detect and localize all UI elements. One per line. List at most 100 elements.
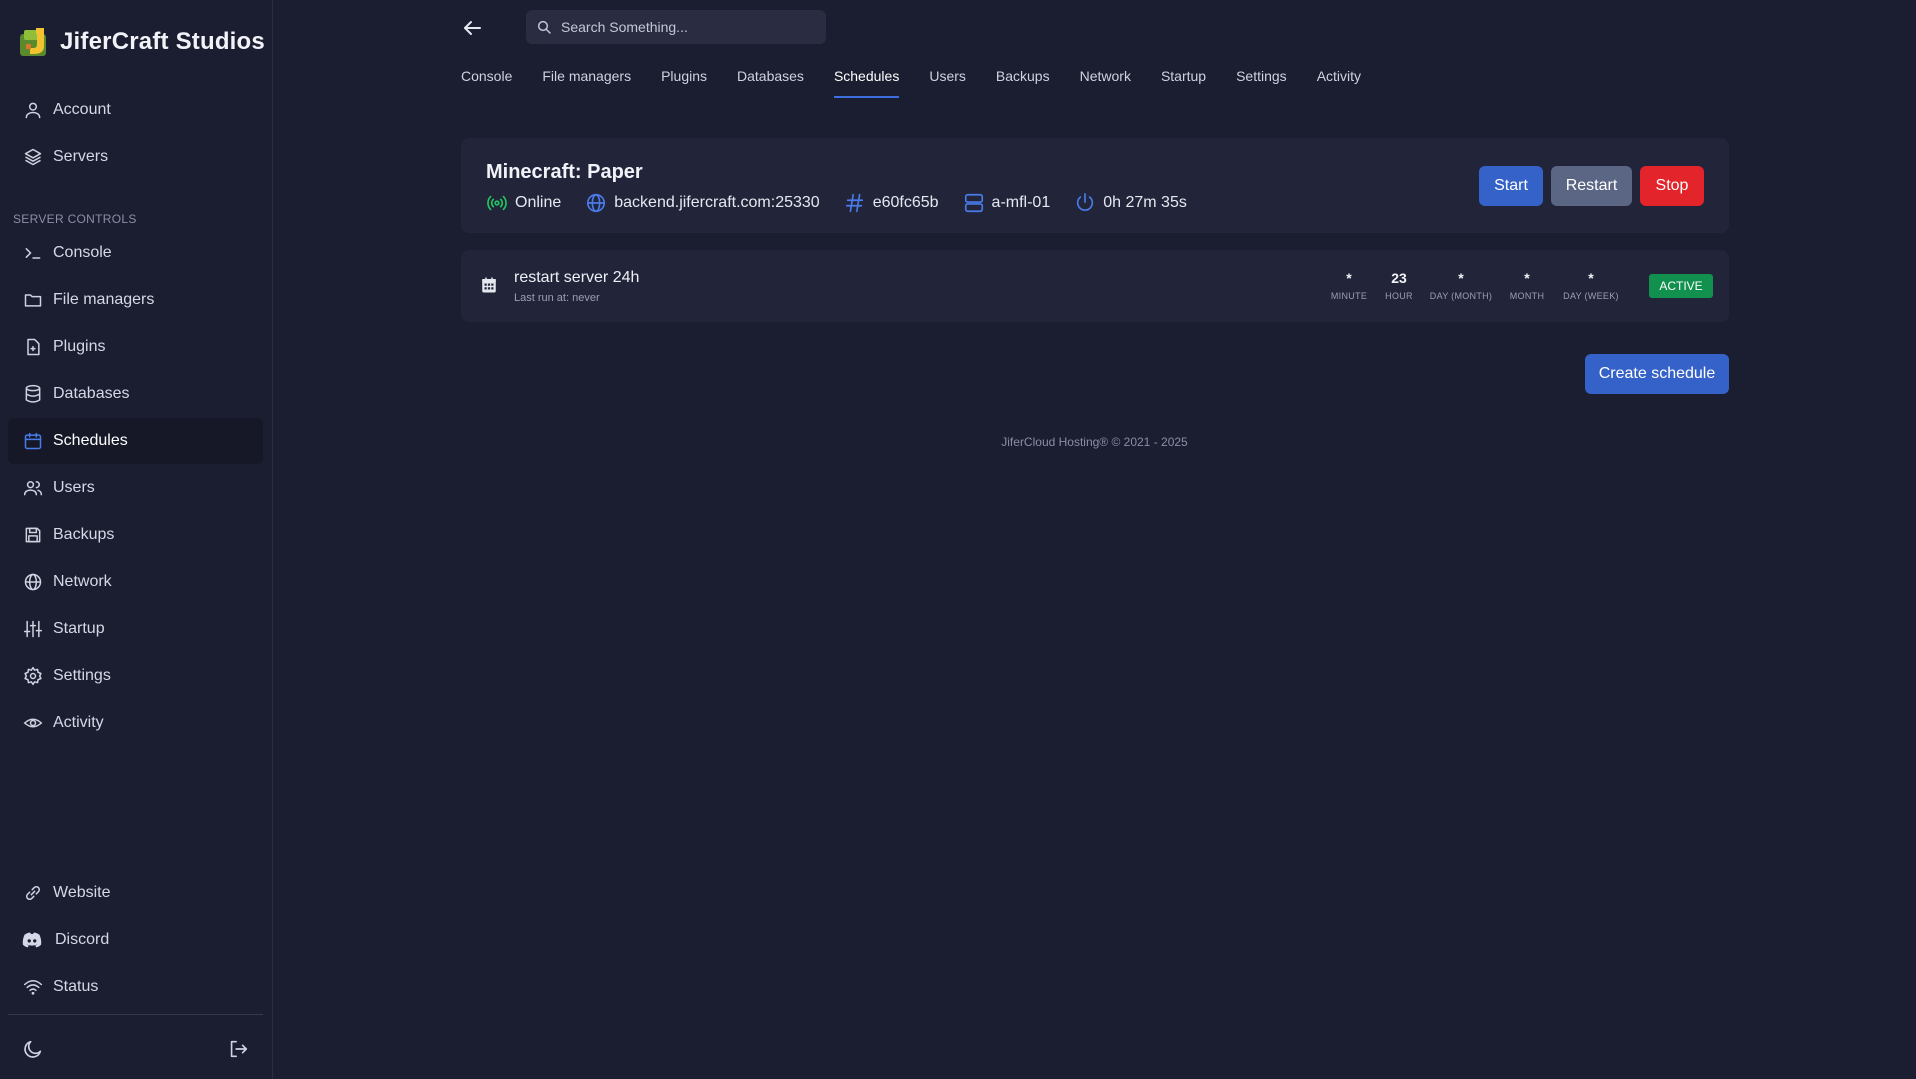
restart-button[interactable]: Restart — [1551, 166, 1632, 206]
cron-minute: * MINUTE — [1327, 270, 1371, 301]
users-icon — [23, 481, 43, 496]
footer-copyright: JiferCloud Hosting® © 2021 - 2025 — [1001, 435, 1188, 449]
sidebar-item-users[interactable]: Users — [8, 465, 263, 511]
server-meta: Online backend.jifercraft.com:25330 e60f… — [486, 192, 1187, 214]
sidebar-item-label: Plugins — [53, 338, 106, 355]
section-label-server-controls: SERVER CONTROLS — [13, 212, 137, 226]
search-box[interactable] — [526, 10, 826, 44]
cron-label: HOUR — [1385, 291, 1413, 301]
server-tabs: Console File managers Plugins Databases … — [461, 66, 1361, 100]
cron-label: MINUTE — [1330, 291, 1368, 301]
brand-logo-icon — [20, 28, 46, 56]
sidebar-item-startup[interactable]: Startup — [8, 606, 263, 652]
back-arrow-icon[interactable] — [460, 16, 484, 40]
tab-schedules[interactable]: Schedules — [833, 66, 900, 98]
server-uptime: 0h 27m 35s — [1074, 192, 1187, 214]
gear-icon — [24, 666, 42, 686]
stop-button[interactable]: Stop — [1640, 166, 1704, 206]
tab-activity[interactable]: Activity — [1317, 66, 1361, 98]
sidebar-item-label: Users — [53, 479, 95, 496]
broadcast-icon — [487, 195, 507, 211]
schedule-name: restart server 24h — [514, 269, 640, 286]
tab-databases[interactable]: Databases — [737, 66, 804, 98]
tab-plugins[interactable]: Plugins — [661, 66, 707, 98]
sidebar-item-website[interactable]: Website — [8, 870, 263, 916]
cron-value: * — [1458, 270, 1464, 286]
sidebar-item-file-managers[interactable]: File managers — [8, 277, 263, 323]
search-input[interactable] — [561, 19, 801, 35]
cron-value: * — [1588, 270, 1594, 286]
sidebar-item-label: Discord — [55, 931, 110, 948]
sidebar-item-label: Databases — [53, 385, 130, 402]
moon-icon[interactable] — [22, 1038, 44, 1060]
sidebar: JiferCraft Studios Account Servers SERVE… — [0, 0, 273, 1079]
schedule-row[interactable]: restart server 24h Last run at: never * … — [461, 250, 1729, 322]
tab-file-managers[interactable]: File managers — [542, 66, 631, 98]
server-id-text: e60fc65b — [872, 194, 939, 211]
cron-label: MONTH — [1509, 291, 1545, 301]
cron-hour: 23 HOUR — [1381, 270, 1417, 301]
sidebar-item-label: Website — [53, 884, 111, 901]
sidebar-item-activity[interactable]: Activity — [8, 700, 263, 746]
sidebar-item-label: Status — [53, 978, 99, 995]
sidebar-item-discord[interactable]: Discord — [8, 917, 263, 963]
server-id: e60fc65b — [844, 192, 939, 214]
sidebar-item-label: Account — [53, 101, 111, 118]
save-icon — [25, 527, 41, 543]
server-uptime-text: 0h 27m 35s — [1103, 194, 1187, 211]
sidebar-item-settings[interactable]: Settings — [8, 653, 263, 699]
sidebar-item-label: Backups — [53, 526, 115, 543]
search-icon — [537, 20, 551, 34]
file-plus-icon — [27, 338, 40, 356]
logout-icon[interactable] — [227, 1038, 249, 1060]
tab-startup[interactable]: Startup — [1161, 66, 1206, 98]
hash-icon — [845, 193, 863, 213]
cron-value: 23 — [1391, 270, 1407, 286]
schedule-last-run: Last run at: never — [514, 292, 600, 304]
create-schedule-button[interactable]: Create schedule — [1585, 354, 1729, 394]
sidebar-item-network[interactable]: Network — [8, 559, 263, 605]
globe-icon — [24, 573, 42, 591]
sidebar-item-label: Network — [53, 573, 112, 590]
brand-name: JiferCraft Studios — [60, 28, 265, 55]
link-icon — [25, 885, 41, 901]
sidebar-item-label: Settings — [53, 667, 111, 684]
server-node-text: a-mfl-01 — [991, 194, 1051, 211]
wifi-icon — [23, 980, 43, 995]
cron-label: DAY (MONTH) — [1429, 291, 1493, 301]
tab-network[interactable]: Network — [1080, 66, 1131, 98]
server-status: Online — [486, 192, 561, 214]
sidebar-item-label: Servers — [53, 148, 109, 165]
terminal-icon — [25, 248, 41, 259]
server-status-text: Online — [515, 194, 562, 211]
sidebar-item-status[interactable]: Status — [8, 964, 263, 1010]
server-icon — [964, 193, 983, 213]
layers-icon — [24, 148, 42, 166]
sidebar-item-servers[interactable]: Servers — [8, 134, 263, 180]
sidebar-item-label: Startup — [53, 620, 105, 637]
sidebar-item-console[interactable]: Console — [8, 230, 263, 276]
server-address[interactable]: backend.jifercraft.com:25330 — [585, 192, 820, 214]
sidebar-item-account[interactable]: Account — [8, 87, 263, 133]
sidebar-item-backups[interactable]: Backups — [8, 512, 263, 558]
start-button[interactable]: Start — [1479, 166, 1543, 206]
server-address-text: backend.jifercraft.com:25330 — [614, 194, 820, 211]
sidebar-item-databases[interactable]: Databases — [8, 371, 263, 417]
sliders-icon — [23, 620, 43, 638]
cron-day-week: * DAY (WEEK) — [1559, 270, 1623, 301]
sidebar-item-label: Activity — [53, 714, 104, 731]
sidebar-item-label: Console — [53, 244, 112, 261]
tab-settings[interactable]: Settings — [1236, 66, 1287, 98]
server-node: a-mfl-01 — [963, 192, 1051, 214]
server-name: Minecraft: Paper — [486, 161, 643, 183]
tab-console[interactable]: Console — [461, 66, 512, 98]
brand[interactable]: JiferCraft Studios — [16, 22, 265, 62]
cron-label: DAY (WEEK) — [1563, 291, 1619, 301]
tab-backups[interactable]: Backups — [996, 66, 1050, 98]
discord-icon — [22, 932, 42, 948]
database-icon — [25, 384, 41, 403]
sidebar-item-plugins[interactable]: Plugins — [8, 324, 263, 370]
tab-users[interactable]: Users — [929, 66, 966, 98]
cron-value: * — [1524, 270, 1530, 286]
server-card: Minecraft: Paper Online backend.jifercra… — [461, 138, 1729, 233]
